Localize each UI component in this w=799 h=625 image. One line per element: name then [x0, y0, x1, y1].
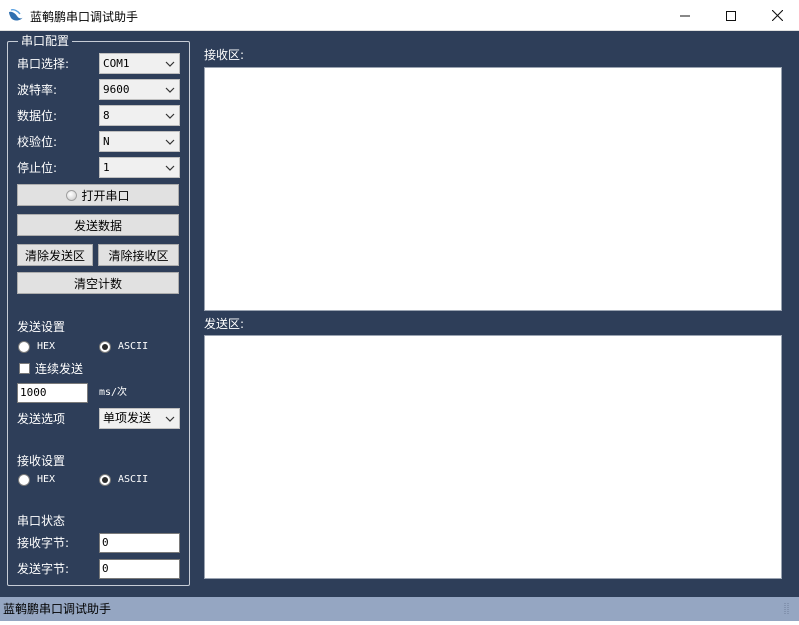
send-hex-label: HEX [37, 341, 56, 352]
serial-config-title: 串口配置 [18, 33, 73, 49]
stopbits-select[interactable]: 1 [99, 157, 180, 178]
main-panel: 串口配置 串口选择: COM1 波特率: 9600 数据位: 8 校验位: N … [0, 31, 799, 597]
interval-input[interactable]: 1000 [17, 383, 88, 403]
baud-select-value: 9600 [103, 83, 130, 96]
interval-unit: ms/次 [99, 387, 128, 398]
databits-label: 数据位: [17, 109, 58, 123]
chevron-down-icon [165, 61, 175, 67]
databits-select[interactable]: 8 [99, 105, 180, 126]
baud-label: 波特率: [17, 83, 58, 97]
tx-bytes-label: 发送字节: [17, 562, 70, 576]
send-ascii-label: ASCII [118, 341, 149, 352]
clear-send-label: 清除发送区 [24, 248, 85, 263]
receive-ascii-radio[interactable] [99, 474, 111, 486]
minimize-icon [680, 15, 690, 16]
port-status-led-icon [66, 189, 78, 201]
chevron-down-icon [165, 165, 175, 171]
send-textarea[interactable] [204, 335, 782, 579]
baud-select[interactable]: 9600 [99, 79, 180, 100]
stopbits-select-value: 1 [103, 161, 110, 174]
clear-send-button[interactable]: 清除发送区 [17, 244, 93, 266]
databits-select-value: 8 [103, 109, 110, 122]
receive-hex-radio[interactable] [18, 474, 30, 486]
open-port-label: 打开串口 [81, 188, 130, 203]
send-data-button[interactable]: 发送数据 [17, 214, 179, 236]
clear-count-button[interactable]: 清空计数 [17, 272, 179, 294]
chevron-down-icon [165, 113, 175, 119]
maximize-button[interactable] [708, 0, 754, 31]
send-options-select[interactable]: 单项发送 [99, 408, 180, 429]
status-text: 蓝鹌鹏串口调试助手 [3, 602, 112, 616]
receive-textarea[interactable] [204, 67, 782, 311]
close-button[interactable] [754, 0, 799, 31]
send-hex-radio[interactable] [18, 341, 30, 353]
port-label: 串口选择: [17, 57, 70, 71]
close-icon [771, 10, 783, 21]
send-settings-title: 发送设置 [17, 320, 66, 334]
send-ascii-radio[interactable] [99, 341, 111, 353]
receive-area-label: 接收区: [204, 48, 245, 62]
rx-bytes-label: 接收字节: [17, 536, 70, 550]
parity-select[interactable]: N [99, 131, 180, 152]
app-bird-icon [9, 9, 23, 21]
send-area-label: 发送区: [204, 317, 245, 331]
continuous-send-checkbox[interactable] [19, 363, 30, 374]
receive-ascii-label: ASCII [118, 474, 149, 485]
receive-hex-label: HEX [37, 474, 56, 485]
send-options-label: 发送选项 [17, 412, 66, 426]
parity-select-value: N [103, 135, 110, 148]
stopbits-label: 停止位: [17, 161, 58, 175]
port-select[interactable]: COM1 [99, 53, 180, 74]
open-port-button[interactable]: 打开串口 [17, 184, 179, 206]
window-bottom-edge [0, 621, 799, 625]
chevron-down-icon [165, 139, 175, 145]
clear-receive-button[interactable]: 清除接收区 [98, 244, 179, 266]
tx-bytes-field: 0 [99, 559, 180, 579]
clear-count-label: 清空计数 [73, 276, 122, 291]
window-title: 蓝鹌鹏串口调试助手 [30, 10, 139, 24]
receive-settings-title: 接收设置 [17, 454, 66, 468]
send-options-value: 单项发送 [103, 411, 152, 425]
rx-bytes-field: 0 [99, 533, 180, 553]
parity-label: 校验位: [17, 135, 58, 149]
chevron-down-icon [165, 416, 175, 422]
minimize-button[interactable] [662, 0, 708, 31]
title-bar: 蓝鹌鹏串口调试助手 [0, 0, 799, 31]
port-status-title: 串口状态 [17, 514, 66, 528]
resize-grip-icon[interactable] [783, 601, 795, 617]
clear-receive-label: 清除接收区 [108, 248, 169, 263]
chevron-down-icon [165, 87, 175, 93]
continuous-send-label: 连续发送 [35, 362, 84, 376]
port-select-value: COM1 [103, 57, 130, 70]
maximize-icon [726, 10, 736, 21]
send-data-label: 发送数据 [73, 218, 122, 233]
status-bar: 蓝鹌鹏串口调试助手 [0, 597, 799, 621]
